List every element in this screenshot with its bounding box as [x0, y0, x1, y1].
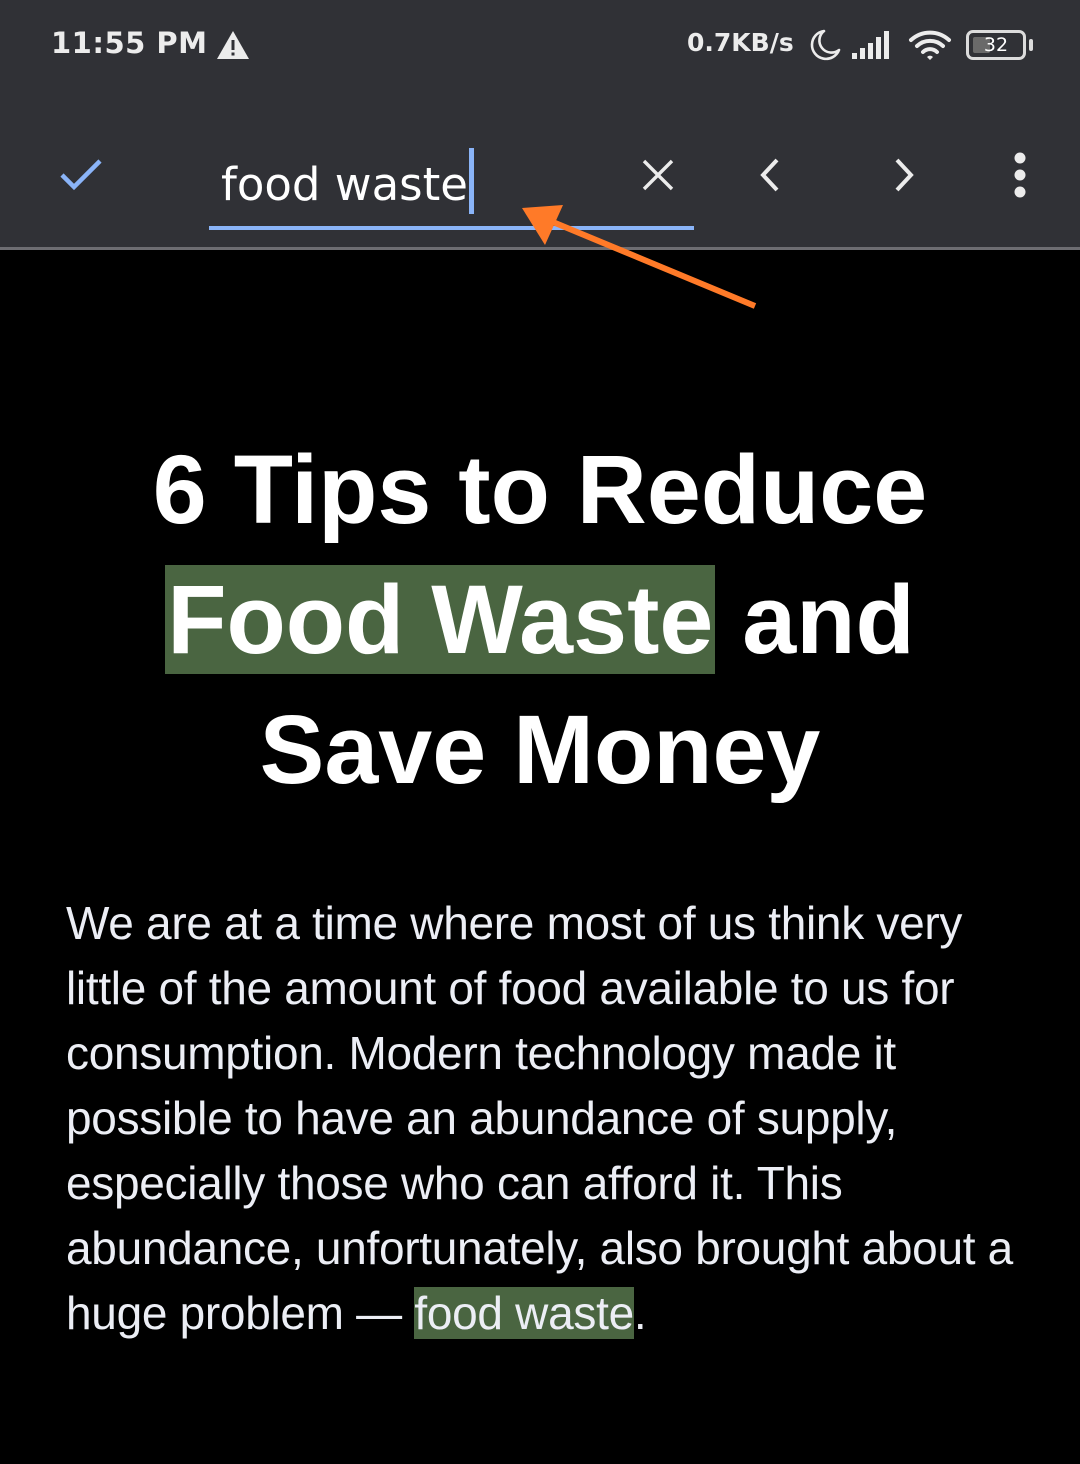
done-button[interactable] [50, 142, 116, 208]
article-title: 6 Tips to Reduce Food Waste and Save Mon… [100, 425, 980, 815]
text-caret [468, 148, 474, 214]
battery-tip [1029, 39, 1033, 51]
clear-search-button[interactable] [628, 145, 688, 205]
search-match-highlight: Food Waste [165, 565, 716, 674]
battery-icon: 32 [966, 30, 1034, 60]
battery-level: 32 [983, 34, 1009, 56]
search-match-highlight: food waste [414, 1287, 634, 1339]
check-icon [60, 159, 102, 191]
next-match-button[interactable] [874, 145, 934, 205]
more-vert-icon [1014, 152, 1026, 198]
toolbar-divider [0, 247, 1080, 250]
close-icon [642, 159, 674, 191]
status-bar: 11:55 PM 0.7KB/s 32 [0, 0, 1080, 92]
more-options-button[interactable] [990, 145, 1050, 205]
paragraph-text-before: We are at a time where most of us think … [66, 897, 1013, 1339]
find-search-field[interactable]: food waste [209, 130, 694, 230]
paragraph-text-after: . [633, 1287, 647, 1339]
chevron-left-icon [760, 158, 779, 192]
signal-icon [852, 31, 889, 59]
previous-match-button[interactable] [740, 145, 800, 205]
find-query-text: food waste [221, 158, 468, 211]
status-time: 11:55 PM [51, 26, 208, 60]
article-paragraph: We are at a time where most of us think … [66, 891, 1016, 1346]
moon-icon [810, 29, 841, 61]
search-underline [209, 226, 694, 230]
warning-icon [217, 31, 249, 59]
title-text-before: 6 Tips to Reduce [152, 435, 928, 544]
network-speed: 0.7KB/s [687, 28, 794, 57]
wifi-icon [909, 30, 951, 60]
chevron-right-icon [895, 158, 914, 192]
find-query-input[interactable]: food waste [221, 148, 474, 214]
